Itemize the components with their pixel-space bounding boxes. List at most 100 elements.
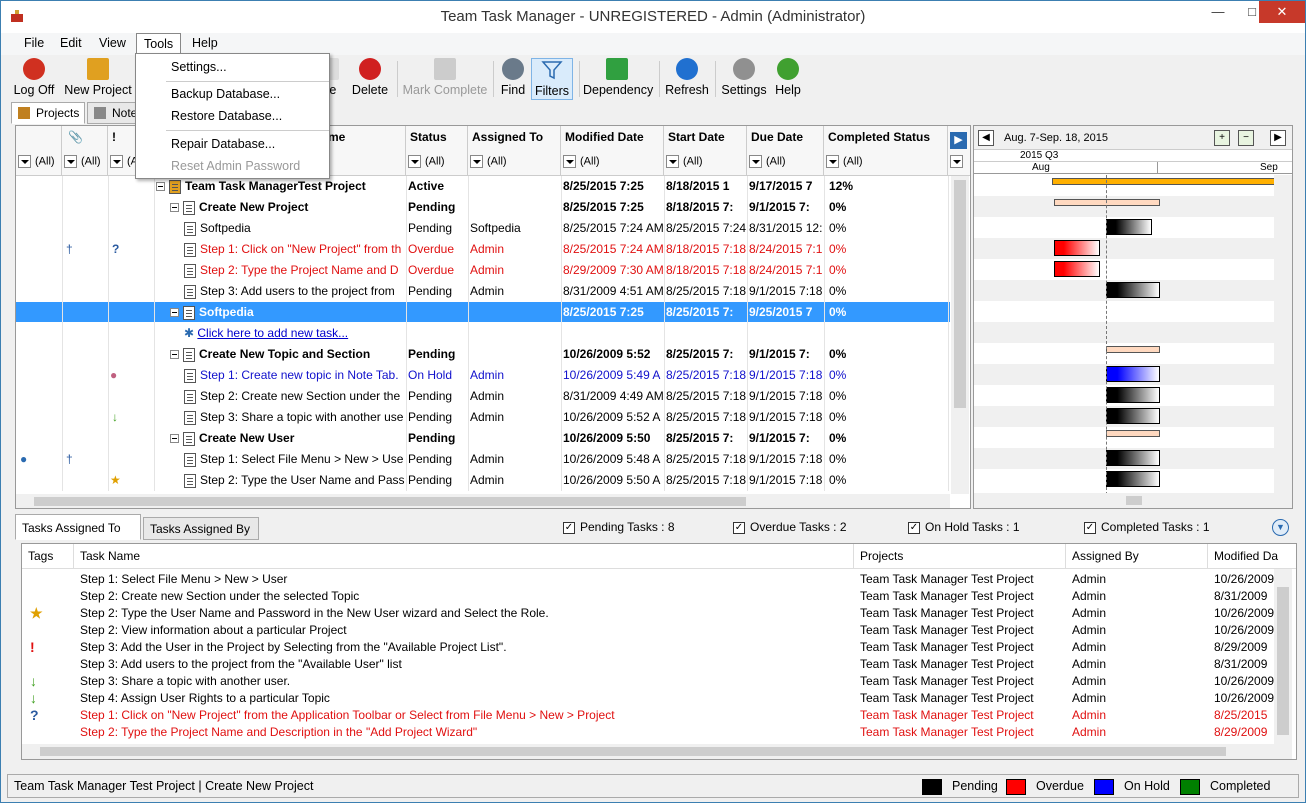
menu-item-reset-password[interactable]: Reset Admin Password xyxy=(171,159,300,173)
collapse-toggle-icon[interactable] xyxy=(170,434,179,444)
task-bar[interactable] xyxy=(1106,282,1160,298)
task-bar[interactable] xyxy=(1106,219,1152,235)
filter-attach[interactable]: (All) xyxy=(64,155,101,168)
settings-button[interactable]: Settings xyxy=(721,58,767,100)
logoff-button[interactable]: Log Off xyxy=(11,58,57,100)
collapse-toggle-icon[interactable] xyxy=(170,203,179,213)
task-row[interactable]: ↓ Step 3: Share a topic with another use P… xyxy=(16,407,950,428)
task-bar[interactable] xyxy=(1106,450,1160,466)
my-task-row[interactable]: Step 2: Type the Project Name and Descri… xyxy=(22,724,1272,741)
summary-bar[interactable] xyxy=(1106,430,1160,437)
my-task-row[interactable]: ! Step 3: Add the User in the Project by … xyxy=(22,639,1272,656)
tab-projects[interactable]: Projects xyxy=(11,102,85,124)
col-modified-date[interactable]: Modified Da xyxy=(1208,544,1296,569)
my-task-row[interactable]: Step 3: Add users to the project from th… xyxy=(22,656,1272,673)
menu-tools[interactable]: Tools xyxy=(136,33,182,54)
minimize-button[interactable]: — xyxy=(1201,1,1235,23)
col-status[interactable]: Status (All) xyxy=(406,126,468,176)
dependency-button[interactable]: Dependency xyxy=(583,58,653,100)
refresh-button[interactable]: Refresh xyxy=(665,58,709,100)
gantt-horizontal-scrollbar[interactable] xyxy=(974,493,1292,508)
col-projects[interactable]: Projects xyxy=(854,544,1066,569)
col-assigned-by[interactable]: Assigned By xyxy=(1066,544,1208,569)
add-task-row[interactable]: ✱ Click here to add new task... xyxy=(16,323,950,344)
scroll-thumb[interactable] xyxy=(40,747,1226,756)
task-row[interactable]: Create New User Pending 10/26/2009 5:50 8/2… xyxy=(16,428,950,449)
onhold-filter-checkbox[interactable]: ✓ On Hold Tasks : 1 xyxy=(908,520,1020,534)
filter-assigned[interactable]: (All) xyxy=(470,155,507,168)
menu-file[interactable]: File xyxy=(17,33,51,54)
summary-bar[interactable] xyxy=(1052,178,1282,185)
find-button[interactable]: Find xyxy=(497,58,529,100)
gantt-vertical-scrollbar[interactable] xyxy=(1274,175,1292,493)
tab-assigned-to-me[interactable]: Tasks Assigned To Me xyxy=(15,514,141,561)
menu-item-restore[interactable]: Restore Database... xyxy=(171,109,282,123)
task-bar[interactable] xyxy=(1106,408,1160,424)
col-task-name[interactable]: Task Name xyxy=(74,544,854,569)
col-completed[interactable]: Completed Status (All) xyxy=(824,126,948,176)
scroll-thumb[interactable] xyxy=(954,180,966,408)
filter-start[interactable]: (All) xyxy=(666,155,703,168)
filter-modified[interactable]: (All) xyxy=(563,155,600,168)
menu-edit[interactable]: Edit xyxy=(53,33,89,54)
zoom-out-button[interactable]: − xyxy=(1238,130,1254,146)
task-row[interactable]: Create New Project Pending 8/25/2015 7:25 8… xyxy=(16,197,950,218)
col-due[interactable]: Due Date (All) xyxy=(747,126,824,176)
task-row[interactable]: ★ Step 2: Type the User Name and Pass Pend… xyxy=(16,470,950,491)
menu-view[interactable]: View xyxy=(92,33,133,54)
col-assigned[interactable]: Assigned To (All) xyxy=(468,126,561,176)
menu-item-backup[interactable]: Backup Database... xyxy=(171,87,280,101)
collapse-toggle-icon[interactable] xyxy=(170,308,179,318)
list-vertical-scrollbar[interactable] xyxy=(1274,569,1292,759)
collapse-toggle-icon[interactable] xyxy=(156,182,165,192)
task-row[interactable]: Step 3: Add users to the project from Pen… xyxy=(16,281,950,302)
mark-complete-button[interactable]: Mark Complete xyxy=(401,58,489,100)
collapse-toggle-icon[interactable] xyxy=(170,350,179,360)
filter-more[interactable] xyxy=(950,155,967,168)
col-tags[interactable]: Tags xyxy=(22,544,74,569)
filter-due[interactable]: (All) xyxy=(749,155,786,168)
collapse-icon[interactable]: ▼ xyxy=(1272,519,1289,536)
gantt-prev-button[interactable]: ◀ xyxy=(978,130,994,146)
close-button[interactable]: ✕ xyxy=(1259,1,1305,23)
zoom-in-button[interactable]: + xyxy=(1214,130,1230,146)
grid-vertical-scrollbar[interactable] xyxy=(951,176,969,494)
task-row[interactable]: Step 2: Create new Section under the Pend… xyxy=(16,386,950,407)
filter-status[interactable]: (All) xyxy=(408,155,445,168)
col-comments[interactable]: (All) xyxy=(16,126,62,176)
menu-item-settings[interactable]: Settings... xyxy=(171,60,227,74)
filters-button[interactable]: Filters xyxy=(531,58,573,100)
grid-horizontal-scrollbar[interactable] xyxy=(16,494,950,508)
task-row[interactable]: Softpedia Pending Softpedia 8/25/2015 7:24 … xyxy=(16,218,950,239)
task-bar[interactable] xyxy=(1106,471,1160,487)
completed-filter-checkbox[interactable]: ✓ Completed Tasks : 1 xyxy=(1084,520,1210,534)
pending-filter-checkbox[interactable]: ✓ Pending Tasks : 8 xyxy=(563,520,675,534)
menu-help[interactable]: Help xyxy=(185,33,225,54)
task-bar[interactable] xyxy=(1106,387,1160,403)
task-row[interactable]: Softpedia 8/25/2015 7:25 8/25/2015 7: 9/25/… xyxy=(16,302,950,323)
task-row[interactable]: ● † Step 1: Select File Menu > New > Use Pe… xyxy=(16,449,950,470)
menu-item-repair[interactable]: Repair Database... xyxy=(171,137,275,151)
col-more[interactable]: ▶ xyxy=(948,126,970,176)
gantt-next-button[interactable]: ▶ xyxy=(1270,130,1286,146)
add-task-link[interactable]: Click here to add new task... xyxy=(197,326,348,340)
task-bar[interactable] xyxy=(1054,240,1100,256)
my-task-row[interactable]: ? Step 1: Click on "New Project" from the… xyxy=(22,707,1272,724)
my-task-row[interactable]: ↓ Step 4: Assign User Rights to a particu… xyxy=(22,690,1274,707)
my-task-row[interactable]: ★ Step 2: Type the User Name and Password… xyxy=(22,605,1274,622)
scroll-thumb[interactable] xyxy=(1277,587,1289,735)
filter-completed[interactable]: (All) xyxy=(826,155,863,168)
col-modified[interactable]: Modified Date (All) xyxy=(561,126,664,176)
col-start[interactable]: Start Date (All) xyxy=(664,126,747,176)
my-task-row[interactable]: Step 1: Select File Menu > New > User Tea… xyxy=(22,571,1274,588)
tab-assigned-by-me[interactable]: Tasks Assigned By Me xyxy=(143,517,259,559)
my-task-row[interactable]: Step 2: View information about a particu… xyxy=(22,622,1274,639)
filter-comments[interactable]: (All) xyxy=(18,155,55,168)
summary-bar[interactable] xyxy=(1106,346,1160,353)
delete-button[interactable]: Delete xyxy=(349,58,391,100)
summary-bar[interactable] xyxy=(1054,199,1160,206)
new-project-button[interactable]: New Project xyxy=(63,58,133,100)
task-bar[interactable] xyxy=(1054,261,1100,277)
task-row[interactable]: Create New Topic and Section Pending 10/26… xyxy=(16,344,950,365)
help-button[interactable]: Help xyxy=(773,58,803,100)
